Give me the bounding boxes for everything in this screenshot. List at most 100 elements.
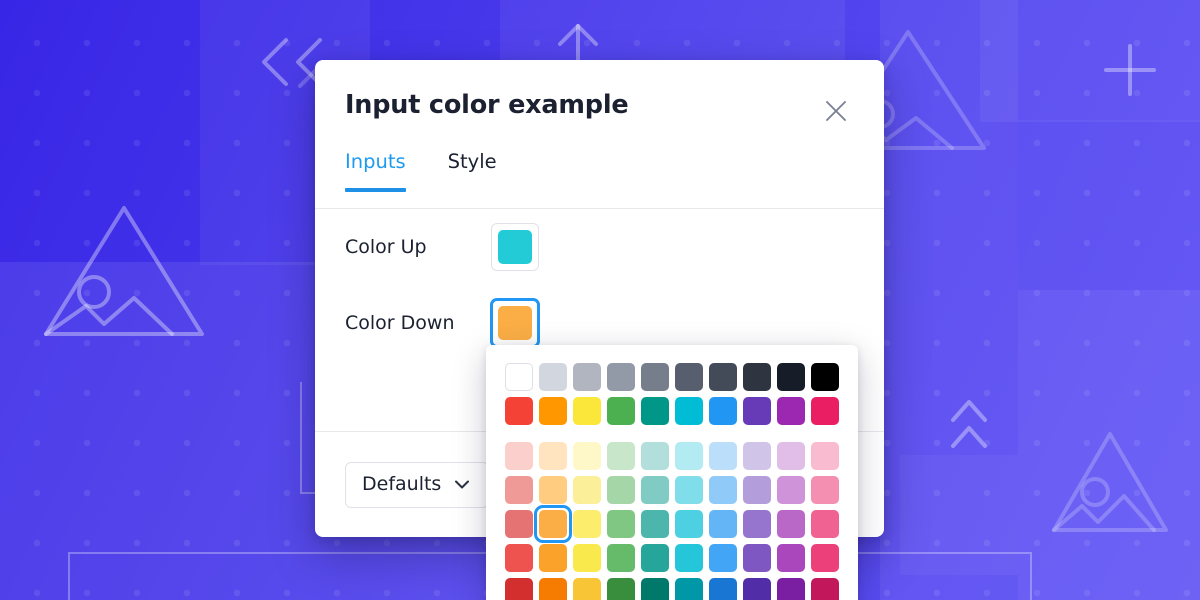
defaults-select-label: Defaults (362, 473, 442, 495)
palette-cell-wrap (709, 578, 737, 600)
palette-swatch[interactable] (777, 578, 805, 600)
palette-cell-wrap (777, 578, 805, 600)
palette-cell-wrap (539, 578, 567, 600)
palette-swatch[interactable] (539, 476, 567, 504)
palette-swatch[interactable] (607, 510, 635, 538)
palette-swatch[interactable] (743, 397, 771, 425)
tab-style[interactable]: Style (448, 152, 497, 192)
palette-swatch[interactable] (709, 363, 737, 391)
palette-cell-wrap (539, 397, 567, 425)
palette-swatch[interactable] (743, 578, 771, 600)
palette-swatch[interactable] (743, 442, 771, 470)
palette-cell-wrap (607, 363, 635, 391)
palette-swatch[interactable] (777, 544, 805, 572)
palette-swatch[interactable] (573, 363, 601, 391)
palette-swatch[interactable] (539, 397, 567, 425)
palette-swatch[interactable] (675, 363, 703, 391)
palette-swatch[interactable] (811, 544, 839, 572)
palette-swatch[interactable] (573, 442, 601, 470)
palette-swatch[interactable] (539, 442, 567, 470)
palette-swatch[interactable] (607, 476, 635, 504)
palette-swatch[interactable] (709, 442, 737, 470)
palette-swatch[interactable] (505, 397, 533, 425)
palette-swatch[interactable] (811, 397, 839, 425)
palette-swatch[interactable] (777, 397, 805, 425)
tab-inputs[interactable]: Inputs (345, 152, 406, 192)
palette-swatch[interactable] (675, 476, 703, 504)
palette-cell-wrap (539, 476, 567, 504)
palette-swatch[interactable] (573, 397, 601, 425)
palette-swatch[interactable] (573, 578, 601, 600)
palette-cell-wrap (811, 397, 839, 425)
palette-swatch[interactable] (607, 578, 635, 600)
palette-swatch[interactable] (539, 363, 567, 391)
palette-swatch[interactable] (743, 363, 771, 391)
color-picker-popup[interactable] (486, 345, 858, 600)
palette-swatch[interactable] (675, 442, 703, 470)
color-down-swatch-button[interactable] (491, 299, 539, 347)
palette-swatch[interactable] (777, 363, 805, 391)
palette-row (505, 397, 858, 425)
palette-swatch[interactable] (675, 510, 703, 538)
palette-swatch[interactable] (777, 476, 805, 504)
tab-bar: Inputs Style (315, 152, 884, 209)
palette-swatch[interactable] (675, 578, 703, 600)
palette-row (505, 442, 858, 470)
palette-swatch[interactable] (811, 442, 839, 470)
palette-cell-wrap (743, 510, 771, 538)
palette-swatch[interactable] (709, 476, 737, 504)
palette-swatch[interactable] (641, 476, 669, 504)
close-icon (826, 101, 846, 121)
palette-swatch[interactable] (709, 578, 737, 600)
palette-swatch[interactable] (607, 363, 635, 391)
palette-swatch[interactable] (505, 544, 533, 572)
palette-swatch[interactable] (539, 510, 567, 538)
palette-cell-wrap (675, 510, 703, 538)
palette-swatch[interactable] (607, 397, 635, 425)
palette-swatch[interactable] (641, 397, 669, 425)
palette-swatch[interactable] (811, 363, 839, 391)
palette-swatch[interactable] (505, 510, 533, 538)
palette-swatch[interactable] (641, 578, 669, 600)
palette-swatch[interactable] (505, 442, 533, 470)
palette-swatch[interactable] (505, 363, 533, 391)
palette-swatch[interactable] (811, 578, 839, 600)
palette-swatch[interactable] (641, 363, 669, 391)
palette-swatch[interactable] (675, 544, 703, 572)
palette-swatch[interactable] (573, 476, 601, 504)
palette-swatch[interactable] (607, 544, 635, 572)
palette-swatch[interactable] (709, 544, 737, 572)
palette-swatch[interactable] (709, 510, 737, 538)
palette-swatch[interactable] (539, 578, 567, 600)
close-button[interactable] (816, 91, 856, 131)
palette-swatch[interactable] (607, 442, 635, 470)
palette-swatch[interactable] (743, 544, 771, 572)
palette-swatch[interactable] (641, 544, 669, 572)
palette-swatch[interactable] (505, 578, 533, 600)
palette-swatch[interactable] (573, 544, 601, 572)
palette-swatch[interactable] (743, 476, 771, 504)
palette-cell-wrap (743, 578, 771, 600)
color-up-swatch-button[interactable] (491, 223, 539, 271)
palette-swatch[interactable] (743, 510, 771, 538)
palette-swatch[interactable] (675, 397, 703, 425)
palette-cell-wrap (505, 476, 533, 504)
page-title: Input color example (345, 90, 629, 121)
palette-swatch[interactable] (777, 442, 805, 470)
palette-cell-wrap (743, 363, 771, 391)
palette-swatch[interactable] (811, 476, 839, 504)
palette-swatch[interactable] (539, 544, 567, 572)
palette-swatch[interactable] (811, 510, 839, 538)
modal-body: Color Up Color Down (315, 209, 884, 361)
palette-cell-wrap (539, 544, 567, 572)
palette-swatch[interactable] (641, 510, 669, 538)
defaults-select[interactable]: Defaults (345, 461, 489, 508)
palette-swatch[interactable] (641, 442, 669, 470)
palette-swatch[interactable] (777, 510, 805, 538)
palette-swatch[interactable] (505, 476, 533, 504)
palette-cell-wrap (811, 510, 839, 538)
palette-cell-wrap (777, 476, 805, 504)
palette-swatch[interactable] (573, 510, 601, 538)
palette-swatch[interactable] (709, 397, 737, 425)
palette-cell-wrap (777, 397, 805, 425)
